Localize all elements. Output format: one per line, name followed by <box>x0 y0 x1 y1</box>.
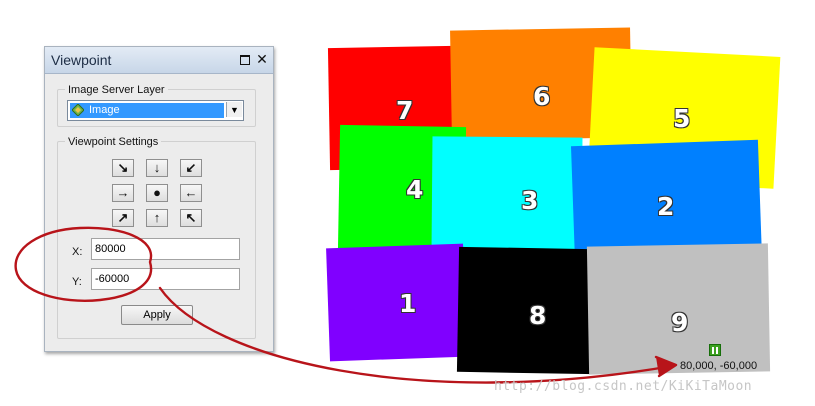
annotation-arrow <box>158 286 674 384</box>
watermark-text: http://blog.csdn.net/KiKiTaMoon <box>494 379 753 394</box>
annotation-arrowhead <box>654 355 678 378</box>
annotation-marks <box>14 226 678 384</box>
annotation-overlay <box>14 226 678 384</box>
annotation-circle <box>14 226 153 302</box>
